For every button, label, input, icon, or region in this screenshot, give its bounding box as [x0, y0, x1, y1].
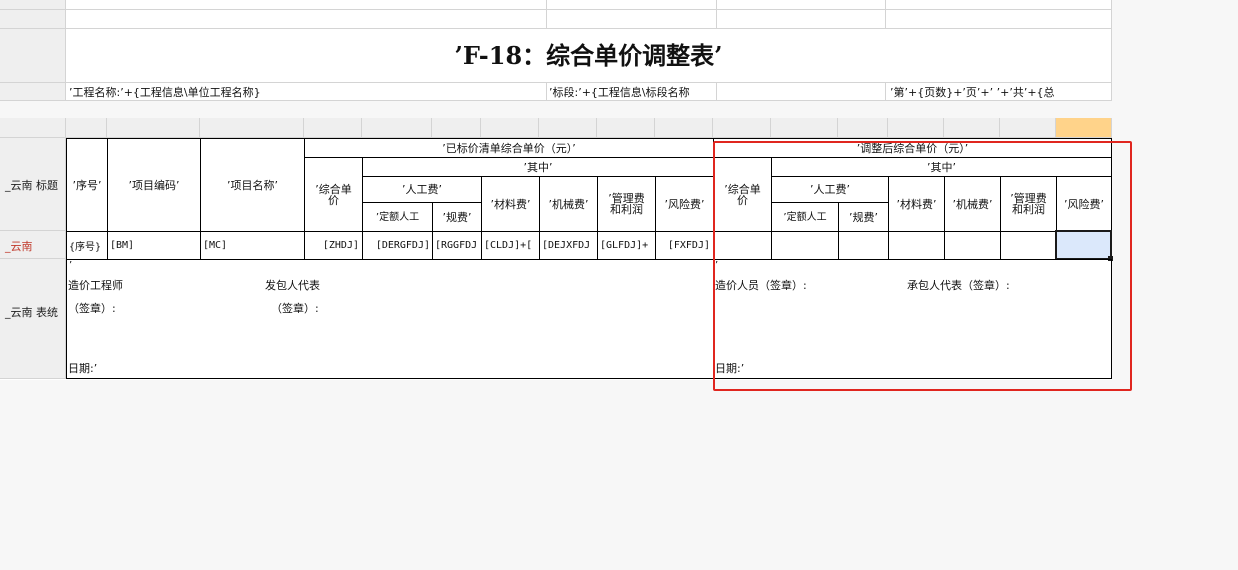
data-seq[interactable]: {序号} — [66, 231, 108, 260]
date-left-label: 日期:’ — [68, 362, 98, 375]
data-cell-empty[interactable] — [888, 231, 945, 260]
header-labor-left[interactable]: ’人工费’ — [362, 176, 482, 203]
grid-cell[interactable] — [717, 10, 886, 29]
data-code[interactable]: [BM] — [107, 231, 201, 260]
side-label-footer: _云南 表统 — [5, 306, 58, 319]
grid-cell[interactable] — [717, 0, 886, 10]
contractor-rep-label: 承包人代表（签章）: — [907, 279, 1010, 292]
header-labor-quota-right[interactable]: ’定额人工 — [771, 202, 839, 232]
grid-cell[interactable] — [547, 0, 717, 10]
col-header-selected[interactable] — [1056, 118, 1112, 138]
data-dejxfdj[interactable]: [DEJXFDJ — [539, 231, 598, 260]
gap-row — [0, 101, 1112, 118]
col-header[interactable] — [1000, 118, 1056, 138]
header-risk-left[interactable]: ’风险费’ — [655, 176, 714, 232]
row-header-1[interactable] — [0, 0, 66, 10]
footer-tick: ’ — [715, 260, 719, 271]
side-label-title: _云南 标题 — [5, 179, 58, 192]
grid-cell[interactable] — [547, 10, 717, 29]
cost-person-label: 造价人员（签章）: — [715, 279, 807, 292]
date-right-label: 日期:’ — [715, 362, 745, 375]
row-header-3[interactable] — [0, 29, 66, 83]
data-cell-empty[interactable] — [944, 231, 1001, 260]
col-header[interactable] — [432, 118, 481, 138]
row-header-title[interactable]: _云南 标题 — [0, 138, 66, 231]
col-header[interactable] — [481, 118, 539, 138]
data-cldj[interactable]: [CLDJ]+[ — [481, 231, 540, 260]
col-header[interactable] — [888, 118, 944, 138]
header-of-which-left[interactable]: ’其中’ — [362, 157, 714, 177]
col-header[interactable] — [107, 118, 200, 138]
col-header[interactable] — [713, 118, 771, 138]
col-header[interactable] — [944, 118, 1000, 138]
page-cell[interactable]: ’第’+{页数}+’页’+’ ’+’共’+{总 — [886, 83, 1112, 101]
row-header-data[interactable]: _云南 — [0, 231, 66, 259]
grid-cell[interactable] — [886, 0, 1112, 10]
data-zhdj[interactable]: [ZHDJ] — [304, 231, 363, 260]
row-header-2[interactable] — [0, 10, 66, 29]
header-mgmt-left[interactable]: ’管理费和利润 — [597, 176, 656, 232]
data-cell-empty[interactable] — [838, 231, 889, 260]
cost-engineer-label: 造价工程师 — [68, 279, 123, 292]
header-seq[interactable]: ’序号’ — [66, 138, 108, 232]
footer-left[interactable]: ’ 造价工程师 （签章）: 发包人代表 （签章）: 日期:’ — [66, 259, 714, 379]
row-header-6[interactable] — [0, 118, 66, 138]
data-name[interactable]: [MC] — [200, 231, 305, 260]
section-cell[interactable]: ’标段:’+{工程信息\标段名称 — [547, 83, 717, 101]
col-header[interactable] — [362, 118, 432, 138]
col-header[interactable] — [539, 118, 597, 138]
data-rggfdj[interactable]: [RGGFDJ — [432, 231, 482, 260]
footer-tick: ’ — [69, 260, 73, 271]
data-fxfdj[interactable]: [FXFDJ] — [655, 231, 714, 260]
header-mgmt-right[interactable]: ’管理费和利润 — [1000, 176, 1057, 232]
data-dergfdj[interactable]: [DERGFDJ] — [362, 231, 433, 260]
grid-cell[interactable] — [886, 10, 1112, 29]
col-header[interactable] — [597, 118, 655, 138]
header-unit-price-left[interactable]: ’综合单价 — [304, 157, 363, 232]
header-material-left[interactable]: ’材料费’ — [481, 176, 540, 232]
header-labor-fee-left[interactable]: ’规费’ — [432, 202, 482, 232]
data-cell-empty[interactable] — [771, 231, 839, 260]
selected-cell[interactable] — [1055, 230, 1112, 260]
data-cell-empty[interactable] — [1000, 231, 1057, 260]
row-header-4[interactable] — [0, 83, 66, 101]
header-machine-left[interactable]: ’机械费’ — [539, 176, 598, 232]
grid-cell[interactable] — [717, 83, 886, 101]
data-cell-empty[interactable] — [713, 231, 772, 260]
sign-label-2: （签章）: — [271, 302, 319, 315]
sign-label-1: （签章）: — [68, 302, 116, 315]
row-header-footer[interactable]: _云南 表统 — [0, 259, 66, 379]
col-header[interactable] — [304, 118, 362, 138]
header-unit-price-right[interactable]: ’综合单价 — [713, 157, 772, 232]
header-left-group[interactable]: ’已标价清单综合单价（元）’ — [304, 138, 714, 158]
header-labor-right[interactable]: ’人工费’ — [771, 176, 889, 203]
col-header[interactable] — [655, 118, 713, 138]
header-machine-right[interactable]: ’机械费’ — [944, 176, 1001, 232]
header-code[interactable]: ’项目编码’ — [107, 138, 201, 232]
header-name[interactable]: ’项目名称’ — [200, 138, 305, 232]
data-glfdj[interactable]: [GLFDJ]+ — [597, 231, 656, 260]
col-header[interactable] — [838, 118, 888, 138]
header-labor-quota-left[interactable]: ’定额人工 — [362, 202, 433, 232]
grid-cell[interactable] — [66, 0, 547, 10]
report-title[interactable]: ’F-18：综合单价调整表’ — [66, 29, 1112, 83]
col-header[interactable] — [66, 118, 107, 138]
header-material-right[interactable]: ’材料费’ — [888, 176, 945, 232]
footer-right[interactable]: ’ 造价人员（签章）: 承包人代表（签章）: 日期:’ — [713, 259, 1112, 379]
side-label-data: _云南 — [5, 240, 33, 253]
header-of-which-right[interactable]: ’其中’ — [771, 157, 1112, 177]
employer-rep-label: 发包人代表 — [265, 279, 320, 292]
header-labor-fee-right[interactable]: ’规费’ — [838, 202, 889, 232]
project-name-cell[interactable]: ’工程名称:’+{工程信息\单位工程名称} — [66, 83, 547, 101]
col-header[interactable] — [200, 118, 304, 138]
col-header[interactable] — [771, 118, 838, 138]
header-risk-right[interactable]: ’风险费’ — [1056, 176, 1112, 232]
header-right-group[interactable]: ’调整后综合单价（元）’ — [713, 138, 1112, 158]
grid-cell[interactable] — [66, 10, 547, 29]
